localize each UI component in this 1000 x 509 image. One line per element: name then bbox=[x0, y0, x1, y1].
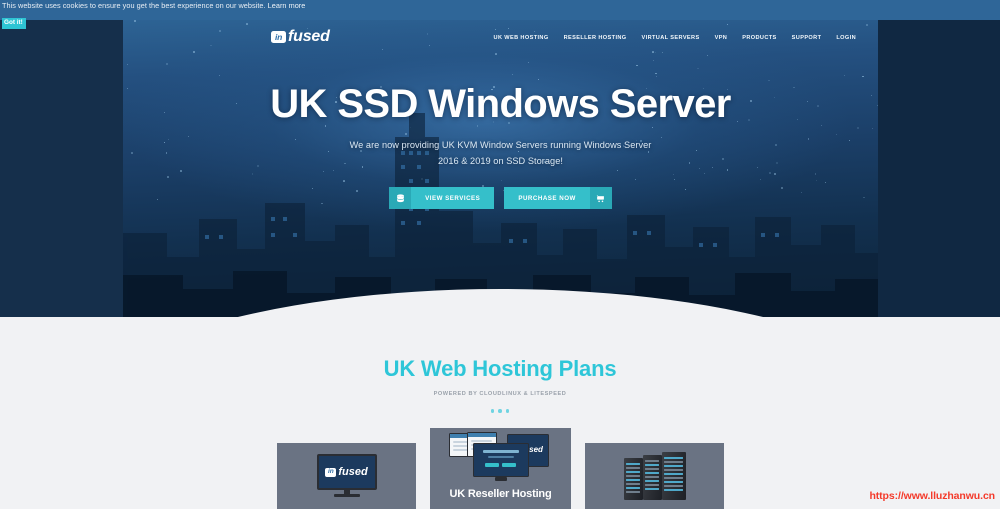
server-rack-unit bbox=[623, 458, 643, 500]
monitor-illustration: in fused bbox=[316, 454, 377, 498]
plans-section-divider-dots bbox=[0, 409, 1000, 413]
server-rack-unit bbox=[661, 452, 686, 500]
card-logo-in-badge-icon: in bbox=[325, 467, 337, 477]
cookie-consent-banner: This website uses cookies to ensure you … bbox=[0, 0, 1000, 29]
server-icon bbox=[389, 187, 412, 209]
page-backdrop-right bbox=[878, 20, 1000, 317]
card-logo-wordmark: fused bbox=[338, 465, 368, 478]
cookie-accept-button[interactable]: Got it! bbox=[2, 18, 26, 29]
purchase-now-button[interactable]: PURCHASE NOW bbox=[504, 187, 612, 209]
nav-item-products[interactable]: PRODUCTS bbox=[742, 35, 776, 41]
view-services-button-label: VIEW SERVICES bbox=[425, 194, 481, 202]
divider-dot bbox=[505, 409, 510, 413]
page-root: This website uses cookies to ensure you … bbox=[0, 0, 1000, 509]
cookie-message: This website uses cookies to ensure you … bbox=[2, 1, 266, 10]
nav-item-uk-web-hosting[interactable]: UK WEB HOSTING bbox=[494, 35, 549, 41]
plans-section-subtitle: POWERED BY CLOUDLINUX & LITESPEED bbox=[433, 391, 567, 397]
plan-card-reseller-hosting[interactable]: in fused UK Reseller Hostin bbox=[430, 428, 571, 509]
device-button-bar bbox=[502, 462, 516, 467]
device-button-bar bbox=[485, 462, 499, 467]
foreground-monitor-device bbox=[472, 442, 529, 477]
site-logo[interactable]: in fused bbox=[271, 29, 330, 45]
card-logo-mark-text: in bbox=[327, 467, 334, 475]
plan-card-virtual-servers[interactable] bbox=[585, 443, 724, 509]
divider-dot bbox=[498, 409, 502, 413]
desktop-monitor-icon: in fused bbox=[277, 443, 416, 509]
server-rack-unit bbox=[642, 455, 662, 500]
plans-section-title: UK Web Hosting Plans bbox=[383, 356, 617, 381]
city-skyline-illustration bbox=[123, 113, 878, 317]
image-watermark: https://www.lluzhanwu.cn bbox=[869, 490, 995, 502]
monitor-base bbox=[333, 494, 360, 497]
purchase-now-button-label: PURCHASE NOW bbox=[518, 194, 576, 202]
multi-device-icon: in fused bbox=[430, 428, 571, 487]
nav-item-reseller-hosting[interactable]: RESELLER HOSTING bbox=[564, 35, 627, 41]
hero-banner bbox=[123, 20, 878, 317]
cookie-consent-text: This website uses cookies to ensure you … bbox=[2, 0, 1000, 11]
nav-item-vpn[interactable]: VPN bbox=[715, 35, 728, 41]
plan-card-title-reseller: UK Reseller Hosting bbox=[449, 488, 552, 500]
device-button-bars bbox=[474, 462, 528, 467]
logo-mark-text: in bbox=[275, 31, 282, 42]
foreground-monitor-stand bbox=[494, 476, 507, 481]
shopping-cart-icon bbox=[589, 187, 612, 209]
nav-item-virtual-servers[interactable]: VIRTUAL SERVERS bbox=[642, 35, 700, 41]
cookie-learn-more-link[interactable]: Learn more bbox=[268, 1, 306, 10]
nav-item-login[interactable]: LOGIN bbox=[836, 35, 856, 41]
browser-titlebar bbox=[467, 432, 496, 437]
view-services-button[interactable]: VIEW SERVICES bbox=[389, 187, 495, 209]
logo-wordmark: fused bbox=[288, 28, 330, 45]
nav-item-support[interactable]: SUPPORT bbox=[792, 35, 822, 41]
logo-in-badge-icon: in bbox=[271, 31, 286, 43]
monitor-screen: in fused bbox=[316, 454, 377, 490]
server-rack-illustration bbox=[618, 452, 692, 500]
device-headline-bar bbox=[482, 449, 519, 453]
plan-card-web-hosting[interactable]: in fused bbox=[277, 443, 416, 509]
page-backdrop-left bbox=[0, 20, 123, 317]
plan-card-list: in fused fused UK Reseller Hosting bbox=[0, 428, 1000, 509]
hero-cta-group: VIEW SERVICES PURCHASE NOW bbox=[123, 187, 878, 209]
divider-dot bbox=[490, 409, 495, 413]
server-rack-icon bbox=[585, 443, 724, 509]
device-subtext-bar bbox=[487, 455, 514, 458]
devices-illustration: in fused bbox=[445, 430, 557, 486]
